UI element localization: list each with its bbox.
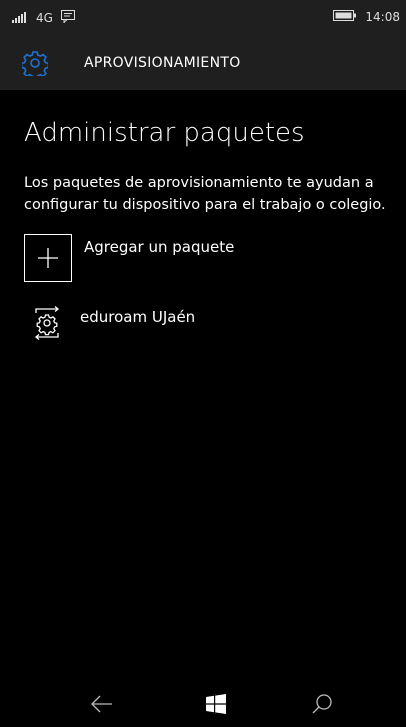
- navigation-bar: [0, 680, 406, 727]
- add-package-label: Agregar un paquete: [84, 238, 235, 256]
- clock: 14:08: [365, 10, 400, 24]
- windows-icon[interactable]: [196, 688, 236, 720]
- package-label: eduroam UJaén: [80, 308, 196, 326]
- package-item[interactable]: eduroam UJaén: [24, 306, 324, 346]
- message-icon: [60, 10, 75, 26]
- battery-icon: [333, 10, 357, 24]
- gear-icon: [20, 50, 50, 80]
- plus-icon: [24, 234, 72, 282]
- status-bar: 4G 14:08: [0, 0, 406, 36]
- network-type: 4G: [36, 11, 53, 25]
- package-icon: [32, 306, 62, 340]
- status-left: 4G: [12, 10, 75, 26]
- app-header: APROVISIONAMIENTO: [0, 36, 406, 90]
- search-icon[interactable]: [302, 688, 342, 720]
- signal-icon: [12, 11, 28, 26]
- page-title: Administrar paquetes: [24, 118, 305, 148]
- back-arrow-icon[interactable]: [82, 688, 122, 720]
- page-description: Los paquetes de aprovisionamiento te ayu…: [24, 175, 386, 213]
- status-right: 14:08: [333, 10, 400, 24]
- app-title: APROVISIONAMIENTO: [84, 55, 241, 71]
